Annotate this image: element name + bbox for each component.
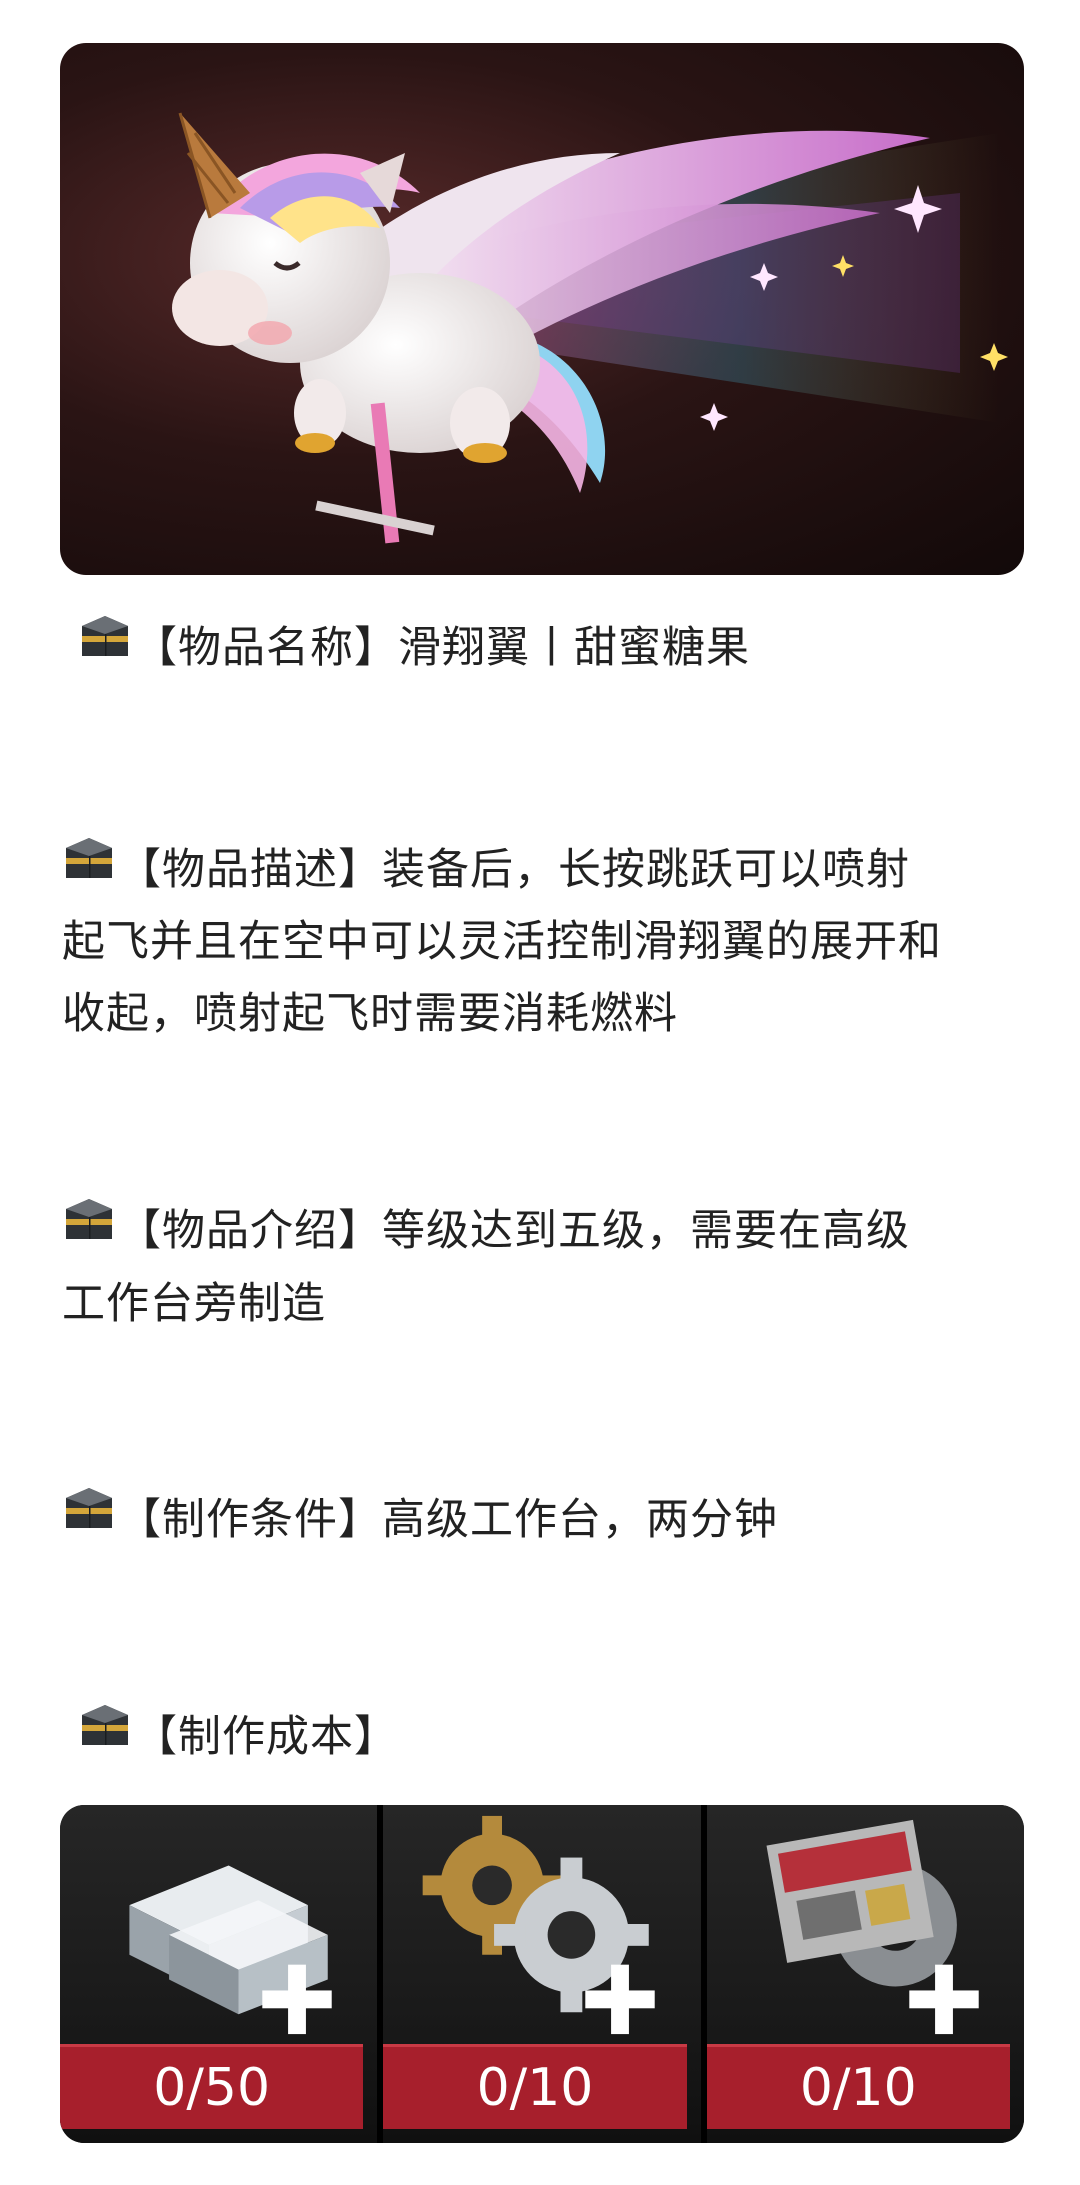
item-intro-line-2: 工作台旁制造 — [62, 1279, 326, 1329]
item-description-line-2: 起飞并且在空中可以灵活控制滑翔翼的展开和 — [62, 917, 942, 967]
material-count-gears: 0/10 — [383, 2044, 687, 2129]
material-count-metal: 0/50 — [60, 2044, 364, 2129]
kaaba-icon — [78, 1701, 132, 1773]
item-hero-image — [60, 43, 1024, 575]
item-description-line-3: 收起，喷射起飞时需要消耗燃料 — [62, 989, 678, 1039]
gear-parts-icon — [422, 1815, 656, 2035]
material-slot-circuit[interactable]: 0/10 — [706, 1805, 1024, 2143]
craft-cost-title-line: 【制作成本】 — [78, 1701, 1040, 1776]
item-name-line: 【物品名称】滑翔翼丨甜蜜糖果 — [78, 612, 1040, 687]
unicorn-glider-illustration — [172, 112, 1008, 544]
material-slot-metal[interactable]: 0/50 — [60, 1805, 384, 2143]
item-description-text: 【物品描述】装备后，长按跳跃可以喷射 — [118, 845, 910, 895]
item-intro-line-1: 【物品介绍】等级达到五级，需要在高级 — [62, 1195, 1024, 1270]
craft-cost-title-text: 【制作成本】 — [134, 1712, 398, 1762]
craft-condition-text: 【制作条件】高级工作台，两分钟 — [118, 1495, 778, 1545]
item-description-line-1: 【物品描述】装备后，长按跳跃可以喷射 — [62, 834, 1024, 909]
craft-cost-materials: 0/50 0/10 0/10 — [60, 1805, 1024, 2143]
metal-ingot-icon — [129, 1865, 332, 2035]
kaaba-icon — [62, 1484, 116, 1556]
item-intro-text: 【物品介绍】等级达到五级，需要在高级 — [118, 1206, 910, 1256]
circuit-parts-icon — [766, 1819, 979, 2035]
kaaba-icon — [62, 1195, 116, 1267]
item-name-text: 【物品名称】滑翔翼丨甜蜜糖果 — [134, 623, 750, 673]
kaaba-icon — [62, 834, 116, 906]
kaaba-icon — [78, 612, 132, 684]
material-slot-gears[interactable]: 0/10 — [383, 1805, 707, 2143]
craft-condition-line: 【制作条件】高级工作台，两分钟 — [62, 1484, 1024, 1559]
material-count-circuit: 0/10 — [706, 2044, 1010, 2129]
